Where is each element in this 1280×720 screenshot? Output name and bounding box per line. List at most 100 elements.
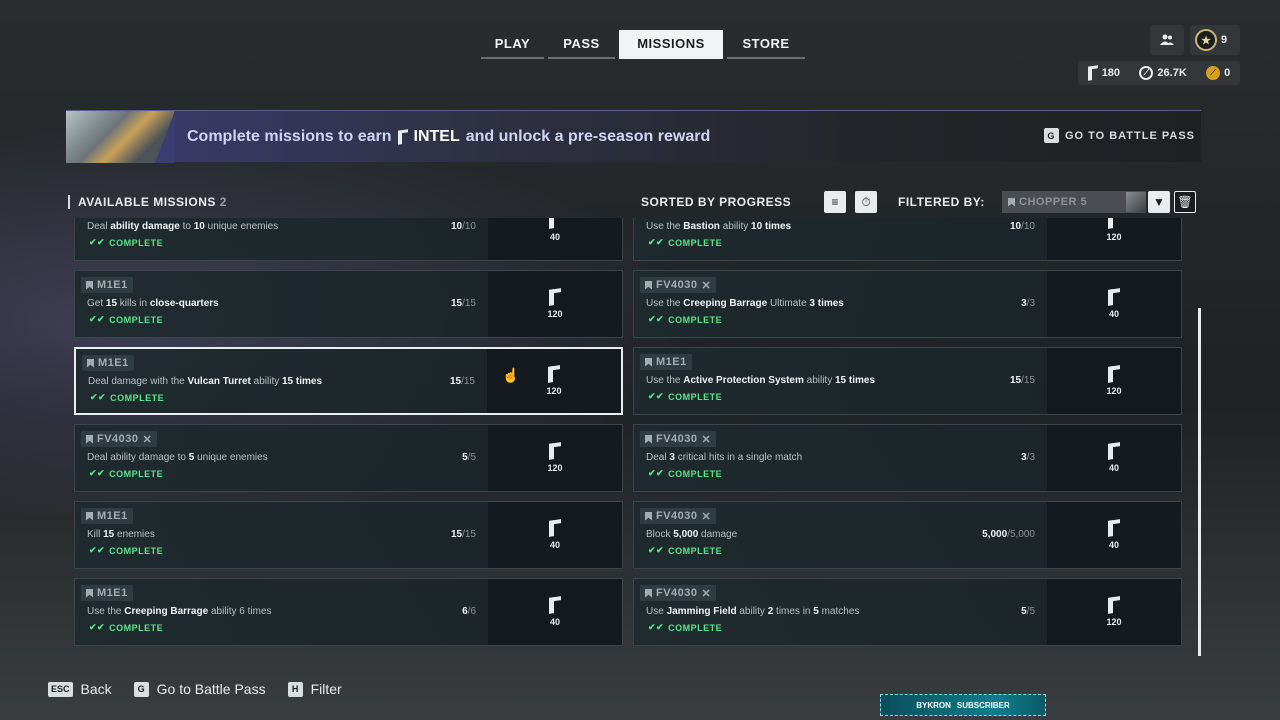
intel-icon: [549, 218, 561, 229]
intel-icon: [1108, 442, 1120, 460]
banner-message: Complete missions to earn INTEL and unlo…: [187, 128, 710, 146]
mission-card[interactable]: M1E1 Get 15 kills in close-quarters 15/15 ✔…: [74, 270, 623, 338]
vehicle-tag-label: M1E1: [98, 357, 129, 369]
vehicle-tag: M1E1: [640, 354, 692, 370]
mission-reward: 40: [1047, 502, 1181, 568]
scrollbar[interactable]: [1198, 308, 1201, 656]
vehicle-tag: FV4030 ✕: [640, 508, 717, 524]
mission-reward: 40: [488, 218, 622, 260]
mission-card[interactable]: FV4030 ✕ Deal ability damage to 5 unique e…: [74, 424, 623, 492]
sort-button[interactable]: ≡: [824, 191, 846, 213]
mission-card[interactable]: M1E1 Deal damage with the Vulcan Turret a…: [74, 347, 623, 415]
mission-card[interactable]: Deal ability damage to 10 unique enemies…: [74, 218, 623, 261]
crossed-swords-icon: ✕: [142, 433, 153, 446]
bookmark-icon: [86, 588, 93, 598]
mission-card[interactable]: FV4030 ✕ Use the Creeping Barrage Ultimate…: [633, 270, 1182, 338]
credits-amount: 26.7K: [1157, 67, 1187, 79]
tab-play[interactable]: PLAY: [481, 30, 544, 59]
crossed-swords-icon: ✕: [701, 510, 712, 523]
subscriber-name: BYKRON: [916, 700, 951, 710]
go-to-battle-pass-link[interactable]: G GO TO BATTLE PASS: [1043, 128, 1195, 143]
reward-value: 40: [549, 617, 560, 627]
mouse-cursor-icon: ☝: [502, 367, 520, 383]
back-hint[interactable]: ESC Back: [48, 681, 112, 697]
tab-store[interactable]: STORE: [727, 30, 805, 59]
vehicle-tag-label: FV4030: [656, 279, 698, 291]
intel-amount: 180: [1101, 67, 1121, 79]
progress-done: 15: [450, 298, 463, 309]
mission-description: Block 5,000 damage: [646, 529, 738, 540]
mission-card[interactable]: FV4030 ✕ Use Jamming Field ability 2 times…: [633, 578, 1182, 646]
double-check-icon: ✔︎✔︎: [89, 622, 106, 632]
subscriber-badge: BYKRON SUBSCRIBER: [880, 694, 1046, 716]
mission-progress: 10/10: [1009, 221, 1035, 232]
vehicle-tag: M1E1: [81, 277, 133, 293]
mission-card[interactable]: FV4030 ✕ Deal 3 critical hits in a single …: [633, 424, 1182, 492]
mission-card[interactable]: Use the Bastion ability 10 times 10/10 ✔︎✔…: [633, 218, 1182, 261]
status-complete: ✔︎✔︎ COMPLETE: [648, 468, 722, 479]
status-label: COMPLETE: [109, 622, 164, 633]
gold-currency: ⟋ 0: [1206, 66, 1230, 80]
mission-card[interactable]: M1E1 Use the Active Protection System abi…: [633, 347, 1182, 415]
status-label: COMPLETE: [109, 314, 164, 325]
mission-progress: 10/10: [450, 221, 476, 232]
profile-rank[interactable]: ★ 9: [1190, 25, 1240, 55]
bookmark-icon: [1008, 197, 1015, 207]
funnel-icon: ▼: [1153, 195, 1165, 209]
crossed-swords-icon: ✕: [701, 587, 712, 600]
status-label: COMPLETE: [668, 468, 723, 479]
mission-reward: 120: [488, 271, 622, 337]
mission-card[interactable]: FV4030 ✕ Block 5,000 damage 5,000/5,000 ✔︎✔︎…: [633, 501, 1182, 569]
reward-value: 40: [549, 540, 560, 550]
progress-done: 10: [450, 221, 463, 232]
progress-done: 15: [450, 529, 463, 540]
progress-total: 5,000: [1009, 529, 1035, 540]
vehicle-tag-label: M1E1: [97, 510, 128, 522]
status-complete: ✔︎✔︎ COMPLETE: [648, 545, 722, 556]
available-missions-heading: AVAILABLE MISSIONS 2: [68, 195, 227, 209]
progress-done: 15: [449, 376, 462, 387]
status-complete: ✔︎✔︎ COMPLETE: [648, 237, 722, 248]
filter-hint[interactable]: H Filter: [287, 681, 342, 697]
back-label: Back: [80, 681, 112, 697]
intel-icon: [1108, 218, 1120, 229]
mission-progress: 15/15: [450, 298, 476, 309]
status-label: COMPLETE: [668, 237, 723, 248]
bookmark-icon: [86, 434, 93, 444]
mission-card[interactable]: M1E1 Kill 15 enemies 15/15 ✔︎✔︎ COMPLETE 40: [74, 501, 623, 569]
crossed-swords-icon: ✕: [701, 279, 712, 292]
status-label: COMPLETE: [668, 622, 723, 633]
available-label: AVAILABLE MISSIONS: [78, 195, 216, 209]
filter-field[interactable]: CHOPPER 5: [1002, 191, 1146, 213]
tab-missions[interactable]: MISSIONS: [619, 30, 723, 59]
friends-icon: [1160, 34, 1174, 45]
double-check-icon: ✔︎✔︎: [89, 468, 106, 478]
currency-bar: 180 ⟋ 26.7K ⟋ 0: [1078, 61, 1240, 85]
reward-value: 40: [1108, 309, 1119, 319]
mission-card[interactable]: M1E1 Use the Creeping Barrage ability 6 t…: [74, 578, 623, 646]
vehicle-avatar: [1126, 192, 1146, 212]
banner-text-pre: Complete missions to earn: [187, 127, 392, 145]
intel-currency: 180: [1087, 65, 1121, 81]
vehicle-tag: FV4030 ✕: [640, 585, 717, 601]
mission-progress: 5/5: [462, 452, 476, 463]
reward-value: 120: [546, 386, 562, 396]
mission-progress: 15/15: [449, 376, 475, 387]
status-label: COMPLETE: [109, 468, 164, 479]
double-check-icon: ✔︎✔︎: [648, 545, 665, 555]
timer-sort-button[interactable]: ⏱: [855, 191, 877, 213]
filter-value: CHOPPER 5: [1019, 196, 1088, 208]
tab-pass[interactable]: PASS: [548, 30, 615, 59]
progress-total: 15: [464, 529, 476, 540]
progress-total: 15: [463, 376, 475, 387]
bookmark-icon: [87, 358, 94, 368]
status-complete: ✔︎✔︎ COMPLETE: [89, 237, 163, 248]
intel-icon: [1087, 65, 1098, 81]
clear-filter-button[interactable]: 🗑: [1174, 191, 1196, 213]
progress-total: 15: [1023, 375, 1035, 386]
status-label: COMPLETE: [668, 391, 723, 402]
filter-button[interactable]: ▼: [1148, 191, 1170, 213]
battle-pass-hint[interactable]: G Go to Battle Pass: [133, 681, 266, 697]
banner-intel-label: INTEL: [413, 127, 460, 145]
friends-button[interactable]: [1150, 25, 1184, 55]
